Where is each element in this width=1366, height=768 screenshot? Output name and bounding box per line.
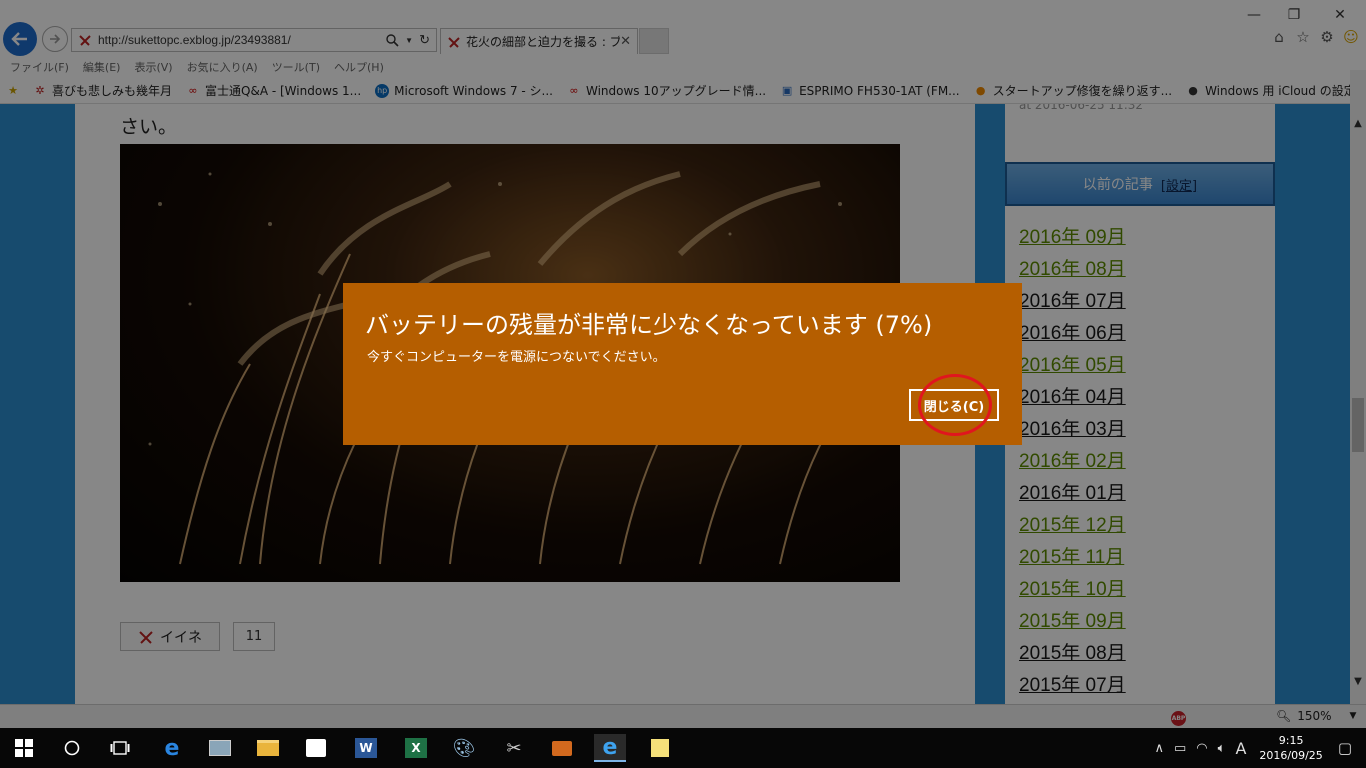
cortana-search-icon[interactable] xyxy=(56,734,88,762)
clock[interactable]: 9:15 2016/09/25 xyxy=(1259,733,1322,763)
speaker-muted-icon[interactable]: 🔈︎ xyxy=(1218,741,1226,756)
sticky-notes-icon[interactable] xyxy=(644,734,676,762)
internet-explorer-icon[interactable]: e xyxy=(594,734,626,762)
excel-icon[interactable]: X xyxy=(400,734,432,762)
start-windows-icon[interactable] xyxy=(8,734,40,762)
snipping-tool-icon[interactable]: ✂ xyxy=(498,734,530,762)
wifi-icon[interactable]: ◠ xyxy=(1196,741,1207,756)
task-view-icon[interactable] xyxy=(104,734,136,762)
windows-taskbar: e W X 🎨︎ ✂ e ∧ ▭ ◠ 🔈︎ A 9:15 2016/09/25 … xyxy=(0,728,1366,768)
battery-warning-toast: バッテリーの残量が非常に少なくなっています (7%) 今すぐコンピューターを電源… xyxy=(343,283,1022,445)
word-icon[interactable]: W xyxy=(350,734,382,762)
battery-icon[interactable]: ▭ xyxy=(1174,741,1186,756)
photos-app-icon[interactable] xyxy=(204,734,236,762)
action-center-icon[interactable]: ▢ xyxy=(1338,739,1352,757)
clock-time: 9:15 xyxy=(1278,734,1304,747)
red-highlight-circle xyxy=(918,374,992,436)
system-tray: ∧ ▭ ◠ 🔈︎ A 9:15 2016/09/25 ▢ xyxy=(1149,728,1366,768)
toast-message: 今すぐコンピューターを電源につないでください。 xyxy=(367,350,666,365)
paint-icon[interactable]: 🎨︎ xyxy=(448,734,480,762)
desktop-screen: http://sukettopc.exblog.jp/23493881/ ▼ ↻… xyxy=(0,0,1366,768)
clock-date: 2016/09/25 xyxy=(1259,749,1323,762)
toast-title: バッテリーの残量が非常に少なくなっています (7%) xyxy=(365,311,933,339)
edge-icon[interactable]: e xyxy=(156,734,188,762)
briefcase-app-icon[interactable] xyxy=(546,734,578,762)
tray-overflow-icon[interactable]: ∧ xyxy=(1154,741,1164,756)
ime-mode-indicator[interactable]: A xyxy=(1235,739,1246,758)
store-icon[interactable] xyxy=(300,734,332,762)
file-explorer-icon[interactable] xyxy=(252,734,284,762)
